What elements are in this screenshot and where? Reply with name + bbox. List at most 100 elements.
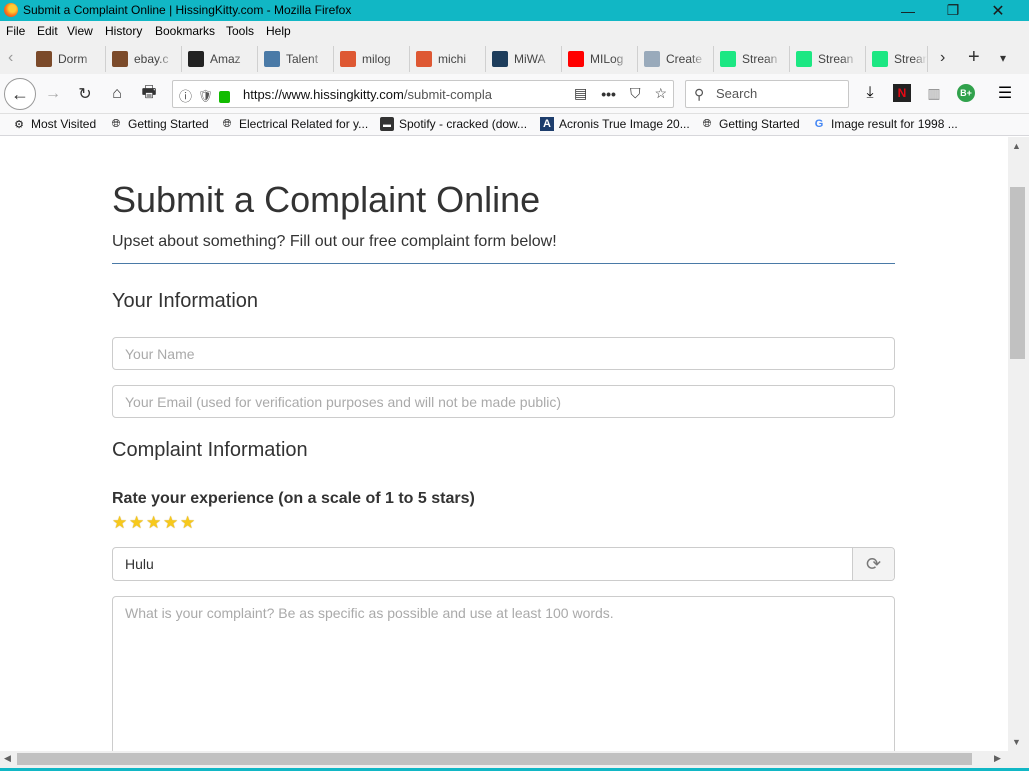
tab-label: Strean	[818, 52, 854, 66]
search-input[interactable]	[716, 86, 836, 101]
globe-icon: 🌐︎	[702, 117, 712, 130]
window-title: Submit a Complaint Online | HissingKitty…	[23, 3, 352, 17]
star-icon[interactable]: ★	[163, 514, 179, 531]
chair-icon: ▬	[380, 117, 394, 131]
home-button[interactable]: ⌂	[105, 82, 129, 106]
tab-label: milog	[362, 52, 391, 66]
shopping-bag-icon	[112, 51, 128, 67]
hamburger-menu-icon[interactable]: ☰	[996, 84, 1014, 102]
scroll-up-icon[interactable]: ▲	[1012, 141, 1021, 151]
refresh-icon: ⟳	[865, 553, 882, 574]
tab-label: Strean	[894, 52, 927, 66]
tab-label: michi	[438, 52, 467, 66]
tab-6[interactable]: MiWA	[486, 46, 562, 72]
tab-8[interactable]: Create	[638, 46, 714, 72]
menu-edit[interactable]: Edit	[37, 24, 58, 38]
tab-label: MiWA	[514, 52, 546, 66]
new-tab-icon[interactable]: +	[968, 46, 980, 69]
bookmark-getting-started-2[interactable]: 🌐︎ Getting Started	[700, 117, 800, 131]
url-host: https://www.hissingkitty.com	[243, 87, 404, 102]
star-rating[interactable]: ★ ★ ★ ★ ★	[112, 514, 196, 531]
tab-11[interactable]: Strean	[866, 46, 928, 72]
complaint-field[interactable]	[112, 596, 895, 751]
bookmark-spotify[interactable]: ▬ Spotify - cracked (dow...	[380, 117, 527, 131]
minimize-button[interactable]: —	[885, 0, 931, 21]
back-button[interactable]: ←	[4, 78, 36, 110]
tab-9[interactable]: Strean	[714, 46, 790, 72]
email-field[interactable]	[112, 385, 895, 418]
tab-label: Talent	[286, 52, 319, 66]
tab-2[interactable]: Amaz	[182, 46, 258, 72]
page-actions-icon[interactable]: •••	[601, 86, 616, 102]
tabs-scroll-left-icon[interactable]: ‹	[8, 49, 13, 67]
menu-bookmarks[interactable]: Bookmarks	[155, 24, 215, 38]
star-icon[interactable]: ★	[112, 514, 128, 531]
print-icon: 🖶	[141, 83, 157, 101]
firefox-icon	[4, 3, 18, 17]
name-field[interactable]	[112, 337, 895, 370]
tab-5[interactable]: michi	[410, 46, 486, 72]
maximize-button[interactable]: ❐	[930, 0, 976, 21]
reader-view-icon[interactable]: ▤	[574, 85, 587, 102]
menu-help[interactable]: Help	[266, 24, 291, 38]
forward-arrow-icon: →	[45, 85, 61, 102]
bookmark-image-result[interactable]: G Image result for 1998 ...	[812, 117, 958, 131]
bookmark-label: Spotify - cracked (dow...	[399, 117, 528, 131]
tab-3[interactable]: Talent	[258, 46, 334, 72]
bookmark-electrical[interactable]: 🌐︎ Electrical Related for y...	[220, 117, 369, 131]
forward-button[interactable]: →	[41, 82, 65, 106]
site-info-icon[interactable]: ⓘ	[179, 86, 192, 105]
globe-icon: 🌐︎	[222, 117, 232, 130]
tab-0[interactable]: Dorm	[30, 46, 106, 72]
tab-7[interactable]: MILog	[562, 46, 638, 72]
netflix-extension-icon[interactable]: N	[893, 84, 911, 102]
reload-button[interactable]: ↻	[73, 82, 97, 106]
downloads-icon[interactable]: ⤓	[861, 84, 879, 102]
tab-4[interactable]: milog	[334, 46, 410, 72]
tab-1[interactable]: ebay.c	[106, 46, 182, 72]
tabs-scroll-right-icon[interactable]: ›	[940, 49, 945, 67]
company-input[interactable]	[113, 548, 853, 580]
pocket-icon[interactable]: ⛉	[630, 85, 641, 102]
star-icon[interactable]: ★	[146, 514, 162, 531]
menu-history[interactable]: History	[105, 24, 142, 38]
duckduckgo-icon	[416, 51, 432, 67]
star-icon[interactable]: ★	[129, 514, 145, 531]
company-field[interactable]: ⟳	[112, 547, 895, 581]
horizontal-scrollbar[interactable]: ◀ ▶	[0, 751, 1008, 768]
youtube-icon	[568, 51, 584, 67]
bookmark-getting-started[interactable]: 🌐︎ Getting Started	[109, 117, 209, 131]
close-button[interactable]: ✕	[975, 0, 1021, 21]
vertical-scrollbar[interactable]: ▲ ▼	[1008, 137, 1029, 751]
search-bar[interactable]: ⚲	[685, 80, 849, 108]
scroll-down-icon[interactable]: ▼	[1012, 737, 1021, 747]
menu-bar: File Edit View History Bookmarks Tools H…	[0, 21, 1029, 42]
library-icon[interactable]: ▥	[925, 84, 943, 102]
menu-file[interactable]: File	[6, 24, 25, 38]
menu-view[interactable]: View	[67, 24, 93, 38]
bookmark-most-visited[interactable]: ⚙ Most Visited	[12, 117, 96, 131]
star-icon[interactable]: ★	[180, 514, 196, 531]
horizontal-scroll-thumb[interactable]	[17, 753, 972, 765]
name-input[interactable]	[113, 338, 894, 369]
tracking-shield-icon[interactable]: 🛡	[198, 89, 213, 103]
complaint-textarea[interactable]	[113, 597, 894, 751]
bookmark-star-icon[interactable]: ☆	[654, 85, 667, 102]
scroll-right-icon[interactable]: ▶	[994, 753, 1001, 764]
menu-tools[interactable]: Tools	[226, 24, 254, 38]
url-bar[interactable]: ⓘ 🛡 https://www.hissingkitty.com/submit-…	[172, 80, 674, 108]
scroll-left-icon[interactable]: ◀	[4, 753, 11, 764]
list-all-tabs-icon[interactable]: ▾	[1000, 51, 1006, 65]
secure-lock-icon[interactable]	[219, 90, 231, 103]
reload-icon: ↻	[78, 86, 92, 103]
vertical-scroll-thumb[interactable]	[1010, 187, 1025, 359]
shopping-bag-icon	[36, 51, 52, 67]
print-button[interactable]: 🖶	[137, 82, 161, 106]
refresh-button[interactable]: ⟳	[852, 548, 894, 580]
url-text[interactable]: https://www.hissingkitty.com/submit-comp…	[243, 87, 518, 102]
grammarly-extension-icon[interactable]: B+	[957, 84, 975, 102]
gear-icon: ⚙	[14, 118, 24, 131]
email-input[interactable]	[113, 386, 894, 417]
bookmark-acronis[interactable]: A Acronis True Image 20...	[540, 117, 690, 131]
tab-10[interactable]: Strean	[790, 46, 866, 72]
